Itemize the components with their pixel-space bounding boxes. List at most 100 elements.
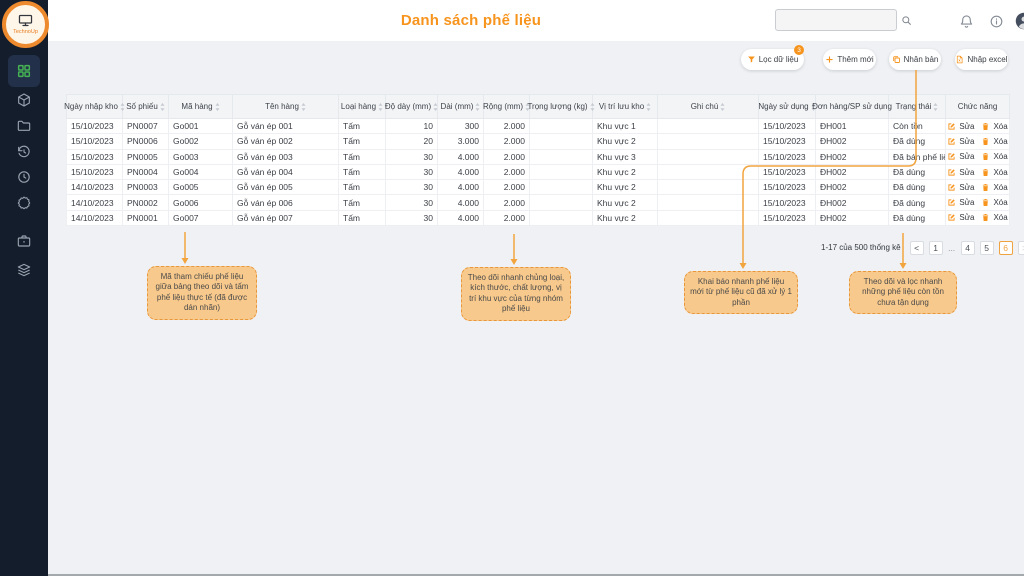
cell: Go007 (169, 210, 233, 225)
cell: 2.000 (484, 134, 530, 149)
trash-icon[interactable] (981, 122, 990, 131)
annotation-theo-doi-nhanh: Theo dõi nhanh chủng loại, kích thước, c… (461, 267, 571, 321)
table-body: 15/10/2023PN0007Go001Gỗ ván ép 001Tấm103… (67, 119, 1010, 226)
annotation-loc-nhanh: Theo dõi và lọc nhanh những phế liệu còn… (849, 271, 957, 314)
pagination-page-5[interactable]: 5 (980, 241, 994, 255)
pagination-page-1[interactable]: 1 (929, 241, 943, 255)
delete-action[interactable]: Xóa (993, 168, 1007, 177)
sidebar-item-briefcase[interactable] (0, 233, 48, 249)
history-icon (16, 144, 32, 160)
edit-icon[interactable] (947, 168, 956, 177)
column-header-2[interactable]: Số phiếu (123, 95, 169, 119)
edit-action[interactable]: Sửa (959, 137, 974, 146)
pagination-ellipsis[interactable]: ... (948, 241, 956, 255)
cell: 15/10/2023 (759, 180, 816, 195)
column-header-7[interactable]: Dài (mm) (438, 95, 484, 119)
edit-action[interactable]: Sửa (959, 183, 974, 192)
column-header-14[interactable]: Trạng thái (889, 95, 946, 119)
cell: Go003 (169, 149, 233, 164)
edit-icon[interactable] (947, 213, 956, 222)
trash-icon[interactable] (981, 198, 990, 207)
edit-icon[interactable] (947, 198, 956, 207)
pagination-page-6[interactable]: 6 (999, 241, 1013, 255)
delete-action[interactable]: Xóa (993, 122, 1007, 131)
cell: Khu vực 3 (593, 149, 658, 164)
column-header-11[interactable]: Ghi chú (658, 95, 759, 119)
delete-action[interactable]: Xóa (993, 152, 1007, 161)
cell: 3.000 (438, 134, 484, 149)
trash-icon[interactable] (981, 137, 990, 146)
add-new-button[interactable]: Thêm mới (823, 49, 876, 70)
cell (658, 195, 759, 210)
search-input[interactable] (776, 15, 901, 25)
sidebar-item-folder[interactable] (0, 118, 48, 134)
column-header-10[interactable]: Vị trí lưu kho (593, 95, 658, 119)
column-header-6[interactable]: Độ dày (mm) (386, 95, 438, 119)
app-screen: TechnoUp Danh sách phế liệu (0, 0, 1024, 576)
cell (530, 164, 593, 179)
edit-icon[interactable] (947, 122, 956, 131)
cell: Gỗ ván ép 006 (233, 195, 339, 210)
column-header-4[interactable]: Tên hàng (233, 95, 339, 119)
cell: 2.000 (484, 164, 530, 179)
sort-icon (215, 103, 220, 111)
cell: ĐH002 (816, 195, 889, 210)
column-header-12[interactable]: Ngày sử dụng (759, 95, 816, 119)
edit-icon[interactable] (947, 137, 956, 146)
edit-action[interactable]: Sửa (959, 122, 974, 131)
trash-icon[interactable] (981, 213, 990, 222)
column-header-1[interactable]: Ngày nhập kho (67, 95, 123, 119)
notification-bell-icon[interactable] (957, 12, 975, 30)
trash-icon[interactable] (981, 152, 990, 161)
edit-action[interactable]: Sửa (959, 198, 974, 207)
cell (658, 210, 759, 225)
delete-action[interactable]: Xóa (993, 183, 1007, 192)
delete-action[interactable]: Xóa (993, 198, 1007, 207)
cell: 2.000 (484, 210, 530, 225)
edit-icon[interactable] (947, 152, 956, 161)
sidebar-item-clock[interactable] (0, 169, 48, 185)
scrap-table-wrap: Ngày nhập khoSố phiếuMã hàngTên hàngLoại… (66, 94, 1010, 226)
arrowhead (182, 258, 189, 264)
sidebar-item-history[interactable] (0, 144, 48, 160)
cell: Tấm (339, 180, 386, 195)
actions-cell: Sửa Xóa (946, 180, 1010, 195)
cell: Tấm (339, 134, 386, 149)
duplicate-button[interactable]: Nhân bản (889, 49, 941, 70)
sidebar-item-cube[interactable] (0, 92, 48, 108)
excel-icon (955, 55, 964, 64)
edit-icon[interactable] (947, 183, 956, 192)
column-header-8[interactable]: Rộng (mm) (484, 95, 530, 119)
sidebar-item-seal[interactable] (0, 195, 48, 211)
pagination-page-4[interactable]: 4 (961, 241, 975, 255)
info-circle-icon[interactable] (987, 12, 1005, 30)
cell: 4.000 (438, 149, 484, 164)
column-header-3[interactable]: Mã hàng (169, 95, 233, 119)
edit-action[interactable]: Sửa (959, 168, 974, 177)
cell: Khu vực 1 (593, 119, 658, 134)
cell: Còn tồn (889, 119, 946, 134)
delete-action[interactable]: Xóa (993, 213, 1007, 222)
sidebar-item-layers[interactable] (0, 262, 48, 278)
column-header-5[interactable]: Loại hàng (339, 95, 386, 119)
delete-action[interactable]: Xóa (993, 137, 1007, 146)
edit-action[interactable]: Sửa (959, 152, 974, 161)
table-row: 14/10/2023PN0002Go006Gỗ ván ép 006Tấm304… (67, 195, 1010, 210)
column-header-9[interactable]: Trọng lượng (kg) (530, 95, 593, 119)
table-row: 14/10/2023PN0003Go005Gỗ ván ép 005Tấm304… (67, 180, 1010, 195)
cell: Gỗ ván ép 003 (233, 149, 339, 164)
trash-icon[interactable] (981, 168, 990, 177)
import-excel-button[interactable]: Nhập excel (955, 49, 1008, 70)
cell: 15/10/2023 (67, 134, 123, 149)
actions-cell: Sửa Xóa (946, 195, 1010, 210)
pagination-prev[interactable]: < (910, 241, 924, 255)
edit-action[interactable]: Sửa (959, 213, 974, 222)
trash-icon[interactable] (981, 183, 990, 192)
user-avatar[interactable] (1015, 12, 1024, 30)
annotation-ma-tham-chieu: Mã tham chiếu phế liệu giữa bảng theo dõ… (147, 266, 257, 320)
scrap-table: Ngày nhập khoSố phiếuMã hàngTên hàngLoại… (66, 94, 1010, 226)
cell: Khu vực 2 (593, 180, 658, 195)
sidebar-item-dashboard-grid[interactable] (0, 55, 48, 87)
search-icon[interactable] (901, 15, 912, 26)
app-logo: TechnoUp (2, 1, 49, 48)
